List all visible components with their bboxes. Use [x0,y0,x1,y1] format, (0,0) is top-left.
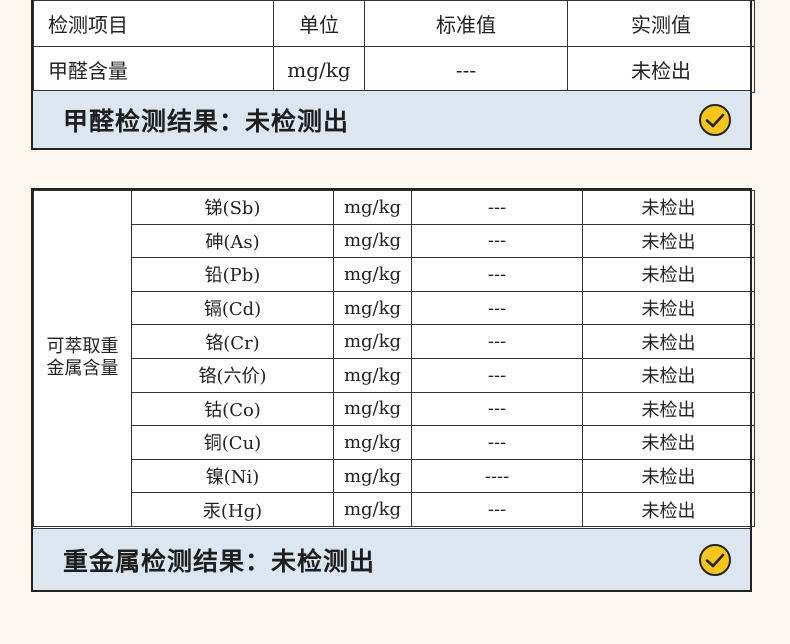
standard-cell: --- [411,257,583,292]
formaldehyde-card: 检测项目 单位 标准值 实测值 甲醛含量 mg/kg --- 未检出 甲醛检测结… [31,0,755,150]
standard-cell: --- [411,425,583,460]
element-cell: 铬(Cr) [131,324,334,359]
standard-cell: --- [411,492,583,527]
table-row: 可萃取重金属含量 锑(Sb) mg/kg --- 未检出 [33,190,755,527]
element-cell: 镍(Ni) [131,458,334,494]
table-row: 铅(Pb) mg/kg --- 未检出 [34,257,755,292]
table-row: 汞(Hg) mg/kg --- 未检出 [34,492,755,527]
unit-cell: mg/kg [333,357,412,393]
formaldehyde-result-text: 甲醛检测结果：未检测出 [63,106,350,136]
unit-cell: mg/kg [333,190,412,225]
header-unit: 单位 [273,0,365,47]
table-row: 钴(Co) mg/kg --- 未检出 [34,391,755,427]
element-cell: 铬(六价) [131,357,334,393]
measured-cell: 未检出 [582,324,755,359]
unit-cell: mg/kg [333,391,412,427]
header-item: 检测项目 [33,0,274,47]
measured-cell: 未检出 [582,190,755,225]
standard-cell: --- [411,290,583,326]
element-cell: 铜(Cu) [131,425,334,460]
header-measured: 实测值 [567,0,755,47]
measured-cell: 未检出 [582,357,755,393]
element-cell: 钴(Co) [131,391,334,427]
check-circle-icon [699,543,731,576]
table-row: 镍(Ni) mg/kg ---- 未检出 [34,458,755,494]
table-row: 铬(Cr) mg/kg --- 未检出 [34,324,755,359]
unit-cell: mg/kg [273,46,365,93]
element-cell: 铅(Pb) [131,257,334,292]
standard-cell: --- [411,190,583,225]
measured-cell: 未检出 [582,425,755,460]
measured-cell: 未检出 [582,458,755,494]
unit-cell: mg/kg [333,458,412,494]
heavy-metals-result-bar: 重金属检测结果：未检测出 [33,528,750,590]
element-cell: 砷(As) [131,223,334,259]
standard-cell: ---- [411,458,583,494]
measured-cell: 未检出 [582,223,755,259]
table-row: 砷(As) mg/kg --- 未检出 [34,223,755,259]
header-standard: 标准值 [364,0,568,47]
unit-cell: mg/kg [333,223,412,259]
standard-cell: --- [411,357,583,393]
table-header-row: 检测项目 单位 标准值 实测值 [33,0,755,47]
heavy-metals-card: 可萃取重金属含量 锑(Sb) mg/kg --- 未检出 砷(As) mg/kg --- 未检出… [31,188,755,592]
formaldehyde-table: 检测项目 单位 标准值 实测值 甲醛含量 mg/kg --- 未检出 [33,0,755,93]
element-cell: 镉(Cd) [131,290,334,326]
unit-cell: mg/kg [333,425,412,460]
standard-cell: --- [411,223,583,259]
formaldehyde-result-bar: 甲醛检测结果：未检测出 [33,90,750,148]
standard-cell: --- [411,391,583,427]
heavy-metals-result-text: 重金属检测结果：未检测出 [63,546,376,576]
table-row: 铜(Cu) mg/kg --- 未检出 [34,425,755,460]
table-row: 镉(Cd) mg/kg --- 未检出 [34,290,755,326]
category-cell: 可萃取重金属含量 [33,190,132,527]
table-row: 甲醛含量 mg/kg --- 未检出 [33,46,755,93]
standard-cell: --- [364,46,568,93]
standard-cell: --- [411,324,583,359]
measured-cell: 未检出 [582,290,755,326]
unit-cell: mg/kg [333,324,412,359]
element-cell: 汞(Hg) [131,492,334,527]
check-circle-icon [699,103,731,136]
measured-cell: 未检出 [582,391,755,427]
table-row: 铬(六价) mg/kg --- 未检出 [34,357,755,393]
heavy-metals-table: 可萃取重金属含量 锑(Sb) mg/kg --- 未检出 砷(As) mg/kg --- 未检出… [33,190,755,527]
unit-cell: mg/kg [333,290,412,326]
item-cell: 甲醛含量 [33,46,274,93]
unit-cell: mg/kg [333,492,412,527]
unit-cell: mg/kg [333,257,412,292]
heavy-metals-body: 可萃取重金属含量 锑(Sb) mg/kg --- 未检出 砷(As) mg/kg --- 未检出… [33,190,755,527]
measured-cell: 未检出 [582,492,755,527]
measured-cell: 未检出 [582,257,755,292]
element-cell: 锑(Sb) [131,190,334,225]
measured-cell: 未检出 [567,46,755,93]
